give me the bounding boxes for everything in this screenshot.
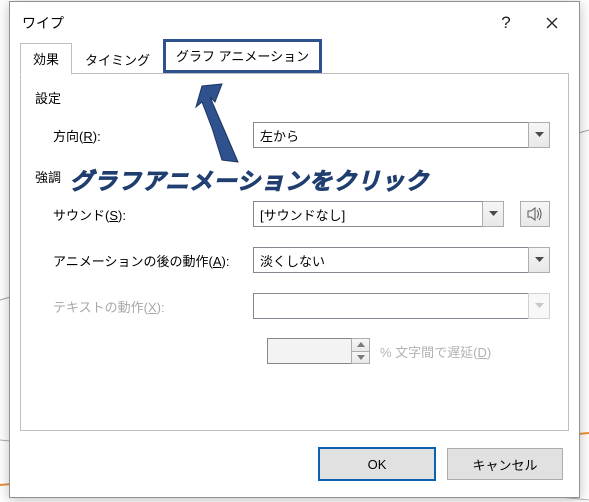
section-emphasis-label: 強調: [35, 167, 550, 186]
close-button[interactable]: [529, 8, 575, 38]
tab-label: 効果: [33, 52, 59, 67]
chevron-up-icon: [357, 342, 365, 347]
after-animation-label: アニメーションの後の動作(A):: [53, 251, 253, 270]
sound-preview-button[interactable]: [520, 201, 550, 227]
text-animation-dropdown-button: [528, 293, 550, 319]
direction-value: 左から: [253, 122, 528, 148]
row-direction: 方向(R): 左から: [53, 121, 550, 149]
dialog-wipe: ワイプ ? 効果 タイミング グラフ アニメーション 設定 方向(R):: [9, 1, 580, 498]
text-animation-combo: [253, 293, 550, 319]
titlebar: ワイプ ?: [10, 2, 579, 44]
row-delay: % 文字間で遅延(D): [53, 338, 550, 364]
row-text-animation: テキストの動作(X):: [53, 292, 550, 320]
sound-label: サウンド(S):: [53, 205, 253, 224]
button-label: OK: [368, 457, 387, 472]
direction-dropdown-button[interactable]: [528, 122, 550, 148]
delay-spin-up: [351, 338, 370, 351]
ok-button[interactable]: OK: [319, 448, 435, 480]
after-animation-combo[interactable]: 淡くしない: [253, 247, 550, 273]
cancel-button[interactable]: キャンセル: [447, 448, 563, 480]
sound-combo[interactable]: [サウンドなし]: [253, 201, 504, 227]
window-title: ワイプ: [22, 13, 483, 33]
tab-underline: [20, 73, 569, 74]
panel-effect: 設定 方向(R): 左から 強調 サウンド(S):: [20, 74, 569, 431]
tab-chart-animation[interactable]: グラフ アニメーション: [163, 39, 322, 73]
text-animation-value: [253, 293, 528, 319]
text-animation-label: テキストの動作(X):: [53, 297, 253, 316]
tab-effect[interactable]: 効果: [20, 43, 72, 75]
chevron-down-icon: [357, 355, 365, 360]
row-after-animation: アニメーションの後の動作(A): 淡くしない: [53, 246, 550, 274]
tab-label: グラフ アニメーション: [176, 49, 309, 64]
dialog-footer: OK キャンセル: [10, 441, 579, 497]
chevron-down-icon: [489, 211, 498, 217]
sound-dropdown-button[interactable]: [482, 201, 504, 227]
chevron-down-icon: [535, 257, 544, 263]
tab-label: タイミング: [85, 53, 150, 68]
chevron-down-icon: [535, 132, 544, 138]
delay-spin-down: [351, 351, 370, 365]
sound-value: [サウンドなし]: [253, 201, 482, 227]
delay-spinner: [267, 338, 370, 364]
delay-label: % 文字間で遅延(D): [380, 342, 491, 361]
tab-bar: 効果 タイミング グラフ アニメーション: [10, 44, 579, 74]
direction-label: 方向(R):: [53, 126, 253, 145]
after-animation-value: 淡くしない: [253, 247, 528, 273]
button-label: キャンセル: [472, 455, 537, 474]
direction-combo[interactable]: 左から: [253, 122, 550, 148]
tab-timing[interactable]: タイミング: [72, 44, 163, 75]
speaker-icon: [527, 207, 543, 221]
section-settings-label: 設定: [35, 88, 550, 107]
close-icon: [546, 17, 558, 29]
after-animation-dropdown-button[interactable]: [528, 247, 550, 273]
delay-input: [267, 338, 351, 364]
help-button[interactable]: ?: [483, 8, 529, 38]
chevron-down-icon: [535, 303, 544, 309]
row-sound: サウンド(S): [サウンドなし]: [53, 200, 550, 228]
